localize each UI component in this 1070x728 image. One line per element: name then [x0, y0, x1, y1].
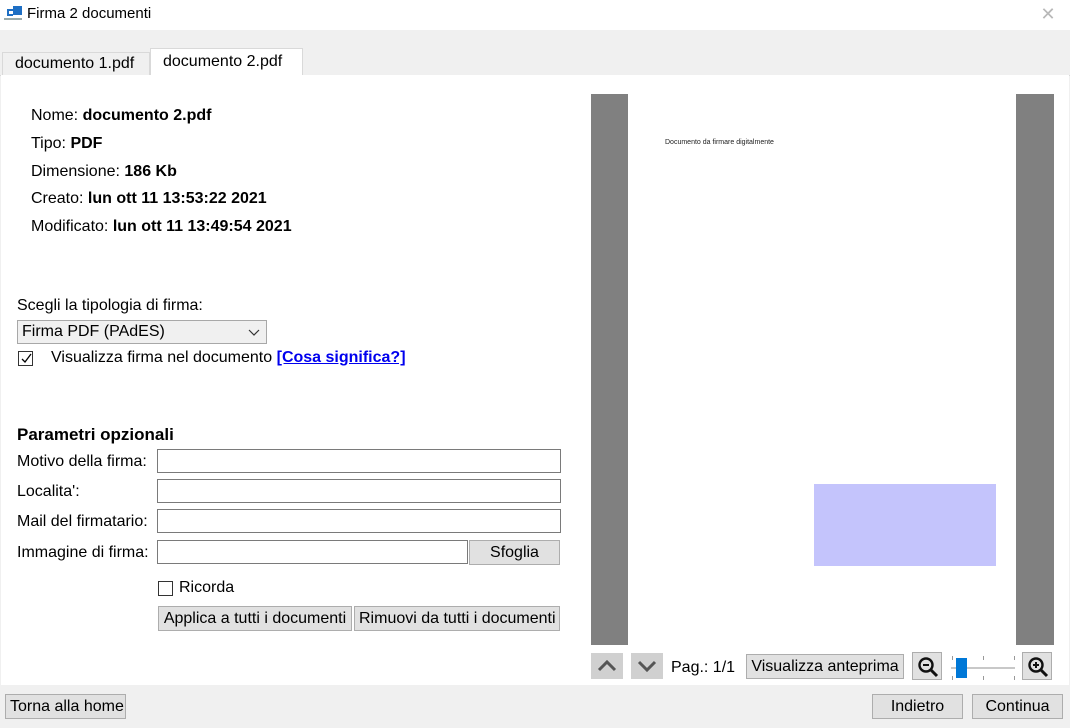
file-name-value: documento 2.pdf	[82, 107, 212, 124]
page-down-button[interactable]	[631, 653, 663, 679]
signature-image-field[interactable]	[157, 540, 468, 564]
home-button[interactable]: Torna alla home	[5, 694, 126, 719]
file-name-label: Nome:	[31, 107, 79, 124]
signature-image-label: Immagine di firma:	[17, 544, 149, 561]
document-tabs: documento 1.pdf documento 2.pdf	[0, 48, 1070, 76]
zoom-slider-tick	[952, 656, 953, 660]
location-field[interactable]	[157, 479, 561, 503]
zoom-slider-tick	[983, 656, 984, 660]
zoom-slider[interactable]	[951, 656, 1017, 680]
pdf-preview[interactable]: Documento da firmare digitalmente	[591, 94, 1054, 645]
tab-label: documento 1.pdf	[15, 55, 135, 72]
tab-label: documento 2.pdf	[163, 53, 283, 70]
page-up-button[interactable]	[591, 653, 623, 679]
continue-button[interactable]: Continua	[972, 694, 1063, 719]
app-logo-icon	[4, 6, 22, 22]
file-size-value: 186 Kb	[124, 163, 177, 180]
zoom-slider-tick	[1014, 676, 1015, 680]
file-created-row: Creato: lun ott 11 13:53:22 2021	[31, 190, 267, 208]
show-signature-label: Visualizza firma nel documento [Cosa sig…	[51, 349, 406, 367]
zoom-slider-tick	[1014, 656, 1015, 660]
optional-params-title: Parametri opzionali	[17, 425, 174, 444]
file-name-row: Nome: documento 2.pdf	[31, 107, 211, 125]
tab-documento-2[interactable]: documento 2.pdf	[150, 48, 303, 76]
file-type-value: PDF	[70, 135, 103, 152]
apply-all-button[interactable]: Applica a tutti i documenti	[158, 606, 352, 631]
location-label: Localita':	[17, 483, 80, 500]
close-icon[interactable]: ✕	[1038, 4, 1058, 24]
title-bar: Firma 2 documenti ✕	[0, 0, 1070, 30]
browse-button[interactable]: Sfoglia	[469, 540, 560, 565]
preview-button[interactable]: Visualizza anteprima	[746, 654, 904, 679]
signature-placeholder-box[interactable]	[814, 484, 996, 566]
file-modified-row: Modificato: lun ott 11 13:49:54 2021	[31, 218, 292, 236]
tab-documento-1[interactable]: documento 1.pdf	[2, 52, 150, 76]
file-modified-label: Modificato:	[31, 218, 109, 235]
zoom-slider-tick	[983, 676, 984, 680]
chevron-down-icon	[248, 321, 260, 350]
signature-type-select[interactable]: Firma PDF (PAdES)	[17, 320, 267, 344]
file-type-row: Tipo: PDF	[31, 135, 102, 153]
file-modified-value: lun ott 11 13:49:54 2021	[112, 218, 292, 235]
show-signature-text: Visualizza firma nel documento	[51, 349, 273, 366]
file-created-value: lun ott 11 13:53:22 2021	[87, 190, 267, 207]
file-size-row: Dimensione: 186 Kb	[31, 163, 177, 181]
pdf-page-text: Documento da firmare digitalmente	[665, 139, 774, 146]
zoom-out-button[interactable]	[912, 652, 942, 680]
remember-checkbox[interactable]	[158, 581, 173, 596]
email-label: Mail del firmatario:	[17, 513, 148, 530]
what-does-it-mean-link[interactable]: [Cosa significa?]	[277, 349, 406, 366]
reason-label: Motivo della firma:	[17, 453, 147, 470]
signature-type-label: Scegli la tipologia di firma:	[17, 297, 203, 314]
back-button[interactable]: Indietro	[872, 694, 963, 719]
zoom-slider-thumb[interactable]	[955, 658, 967, 678]
pdf-page: Documento da firmare digitalmente	[628, 94, 1016, 645]
zoom-slider-tick	[952, 676, 953, 680]
document-panel: Nome: documento 2.pdf Tipo: PDF Dimensio…	[1, 75, 1069, 685]
file-created-label: Creato:	[31, 190, 84, 207]
zoom-in-button[interactable]	[1022, 652, 1052, 680]
signature-type-value: Firma PDF (PAdES)	[22, 323, 165, 340]
window-title: Firma 2 documenti	[27, 5, 152, 22]
page-indicator: Pag.: 1/1	[671, 659, 736, 676]
email-field[interactable]	[157, 509, 561, 533]
remember-label: Ricorda	[179, 579, 235, 596]
file-type-label: Tipo:	[31, 135, 66, 152]
remove-all-button[interactable]: Rimuovi da tutti i documenti	[354, 606, 560, 631]
file-size-label: Dimensione:	[31, 163, 120, 180]
reason-field[interactable]	[157, 449, 561, 473]
show-signature-checkbox[interactable]	[18, 351, 33, 366]
